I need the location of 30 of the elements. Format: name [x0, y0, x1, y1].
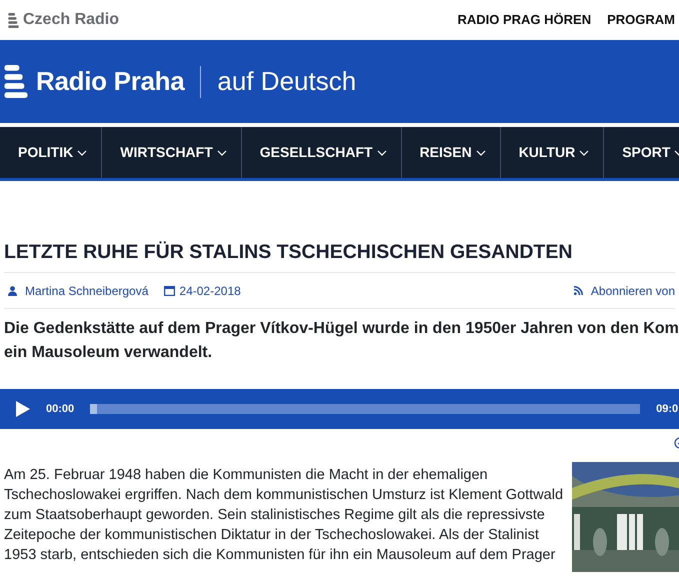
top-link[interactable]: RADIO PRAG HÖREN: [457, 10, 592, 30]
current-time: 00:00: [46, 402, 74, 418]
logo-icon: [8, 12, 19, 28]
article-title: LETZTE RUHE FÜR STALINS TSCHECHISCHEN GESANDTEN: [4, 241, 574, 265]
chevron-down-icon: [579, 150, 590, 156]
nav-item[interactable]: KULTUR: [500, 127, 604, 178]
subscribe-link[interactable]: Abonnieren von: [590, 282, 675, 300]
chevron-down-icon: [216, 150, 227, 156]
site-subtitle: auf Deutsch: [217, 65, 356, 98]
nav-item[interactable]: SPORT: [604, 127, 679, 178]
logo-icon: [4, 65, 28, 98]
top-link[interactable]: PROGRAM: [607, 10, 675, 30]
site-title[interactable]: Radio Praha: [36, 62, 184, 101]
nav-item[interactable]: WIRTSCHAFT: [102, 127, 242, 178]
nav-item[interactable]: GESELLSCHAFT: [242, 127, 402, 178]
chevron-down-icon: [476, 150, 486, 156]
brand-name[interactable]: Czech Radio: [23, 8, 120, 32]
publish-date: 24-02-2018: [179, 282, 241, 300]
author-link[interactable]: Martina Schneibergová: [25, 282, 148, 300]
duration: 09:0: [656, 402, 678, 418]
play-button[interactable]: [16, 401, 30, 418]
nav-item[interactable]: POLITIK: [0, 127, 102, 178]
nav-item[interactable]: REISEN: [402, 127, 501, 178]
article-body: Am 25. Februar 1948 haben die Kommunisten die Macht in der ehemaligen Tschechoslowakei ergriffen. Nach dem kommunistischen Umsturz ist Klement Gottwald zum Staatsoberhaupt geworden. Sein stalinistisches Regime gilt als die repressivste Zeitepoche der kommunistischen Diktatur in der Tschechoslowakei. Als der Stalinist 1953 starb, entschieden sich die Kommunisten für ihn ein Mausoleum auf dem Prager: [4, 466, 564, 566]
progress-track[interactable]: [90, 404, 640, 414]
chevron-down-icon: [376, 150, 387, 156]
rss-icon: [574, 286, 583, 296]
chevron-down-icon: [77, 150, 88, 156]
calendar-icon: [164, 285, 176, 296]
person-icon: [8, 286, 17, 296]
